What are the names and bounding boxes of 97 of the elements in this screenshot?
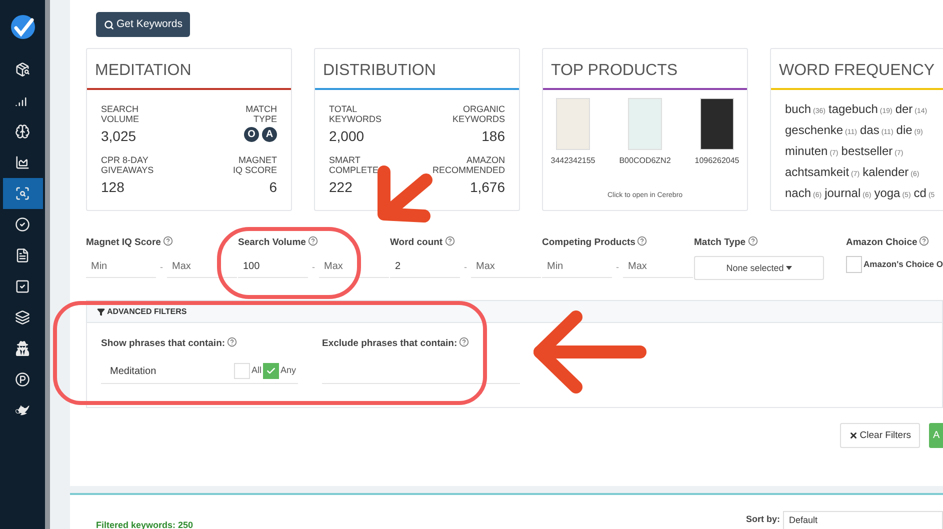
filter-label: Magnet IQ Score <box>86 237 161 248</box>
help-icon <box>748 236 758 246</box>
max-field[interactable]: Max <box>623 256 693 278</box>
frequency-word: nach <box>785 186 812 200</box>
range-dash: - <box>312 260 315 274</box>
package-search-icon <box>15 62 30 77</box>
frequency-word: bestseller <box>841 144 893 158</box>
scan-search-icon <box>15 186 30 201</box>
filtered-count: Filtered keywords: 250 <box>96 518 194 529</box>
spy-icon <box>15 341 30 356</box>
frequency-word: achtsamkeit <box>785 165 850 179</box>
min-field[interactable]: 2 <box>390 256 460 278</box>
clear-filters-button[interactable]: Clear Filters <box>840 423 920 448</box>
stat-value: 186 <box>482 127 505 146</box>
stat-value: 222 <box>329 178 352 197</box>
match-type-badge: A <box>262 127 277 142</box>
parking-icon <box>15 372 30 387</box>
layers-icon <box>15 310 30 325</box>
checkbox-label: All <box>251 364 262 378</box>
min-field[interactable]: 100 <box>238 256 308 278</box>
checkbox-label: Amazon's Choice O <box>864 258 943 272</box>
match-type-badge: O <box>244 127 259 142</box>
filter-label: Competing Products <box>542 237 636 248</box>
sort-dropdown[interactable]: Default <box>783 511 943 529</box>
card-title: TOP PRODUCTS <box>551 61 678 81</box>
filter-icon <box>97 308 105 316</box>
lamp-icon <box>15 403 30 418</box>
help-icon <box>919 236 930 246</box>
frequency-word: kalender <box>862 165 909 179</box>
stat-value: 6 <box>269 178 277 197</box>
stat-label: MAGNET IQ SCORE <box>232 155 277 175</box>
check-icon <box>266 366 276 376</box>
search-icon <box>104 20 114 30</box>
document-icon <box>15 248 30 263</box>
logo-icon <box>10 14 36 40</box>
frequency-word: yoga <box>874 186 900 200</box>
filter-label: Match Type <box>694 237 746 248</box>
frequency-word: die <box>896 123 912 137</box>
range-dash: - <box>616 260 619 274</box>
help-icon <box>162 236 173 246</box>
range-dash: - <box>160 260 163 274</box>
card-title: WORD FREQUENCY <box>779 61 935 81</box>
stat-label: MATCH TYPE <box>246 104 277 124</box>
help-icon <box>637 236 648 246</box>
stat-label: SMART COMPLETE <box>329 155 379 175</box>
min-field[interactable]: Min <box>542 256 612 278</box>
help-icon <box>308 236 318 246</box>
frequency-word: tagebuch <box>828 102 878 116</box>
book-cover-placeholder[interactable] <box>700 98 734 150</box>
card-title: DISTRIBUTION <box>323 61 436 81</box>
min-field[interactable]: Min <box>86 256 156 278</box>
sort-label: Sort by: <box>746 513 780 526</box>
stat-label: SEARCH VOLUME <box>101 104 140 124</box>
stat-value: 3,025 <box>101 127 136 146</box>
brain-icon <box>15 124 30 139</box>
advanced-filters-toggle[interactable]: ADVANCED FILTERS <box>87 301 942 324</box>
help-icon <box>444 236 455 246</box>
stat-value: 2,000 <box>329 127 364 146</box>
stat-value: 128 <box>101 178 124 197</box>
close-icon <box>848 431 858 440</box>
frequency-word: cd <box>914 186 926 200</box>
max-field[interactable]: Max <box>167 256 237 278</box>
show-phrases-label: Show phrases that contain: <box>101 338 226 350</box>
stat-label: AMAZON RECOMMENDED <box>432 155 505 175</box>
get-keywords-button[interactable]: Get Keywords <box>96 12 190 37</box>
max-field[interactable]: Max <box>319 256 389 278</box>
product-id[interactable]: 1096262045 <box>694 155 740 167</box>
checkbox[interactable] <box>846 256 862 274</box>
checkbox-icon <box>15 279 30 294</box>
stat-label: CPR 8-DAY GIVEAWAYS <box>101 155 154 175</box>
filter-label: Search Volume <box>238 237 306 248</box>
frequency-word: buch <box>785 102 812 116</box>
help-icon <box>227 337 238 348</box>
range-dash: - <box>464 260 467 274</box>
match-type-dropdown[interactable]: None selected <box>694 256 824 280</box>
card-title: MEDITATION <box>95 61 192 81</box>
help-icon <box>459 337 470 348</box>
check-circle-icon <box>15 217 30 232</box>
area-chart-icon <box>15 155 30 170</box>
stat-label: TOTAL KEYWORDS <box>329 104 382 124</box>
frequency-word: journal <box>824 186 861 200</box>
stat-label: ORGANIC KEYWORDS <box>452 104 505 124</box>
caret-icon <box>786 266 792 270</box>
frequency-word: geschenke <box>785 123 844 137</box>
product-id[interactable]: B00COD6ZN2 <box>619 155 671 167</box>
frequency-word: minuten <box>785 144 828 158</box>
filter-label: Amazon Choice <box>846 237 918 248</box>
max-field[interactable]: Max <box>471 256 541 278</box>
product-id[interactable]: 3442342155 <box>550 155 596 167</box>
filter-label: Word count <box>390 237 443 248</box>
stat-value: 1,676 <box>470 178 505 197</box>
phrase-field[interactable]: Meditation <box>110 364 156 378</box>
frequency-word: der <box>895 102 913 116</box>
exclude-phrases-label: Exclude phrases that contain: <box>322 338 458 350</box>
checkbox[interactable] <box>263 363 280 379</box>
frequency-word: das <box>860 123 880 137</box>
checkbox-label: Any <box>280 364 296 378</box>
